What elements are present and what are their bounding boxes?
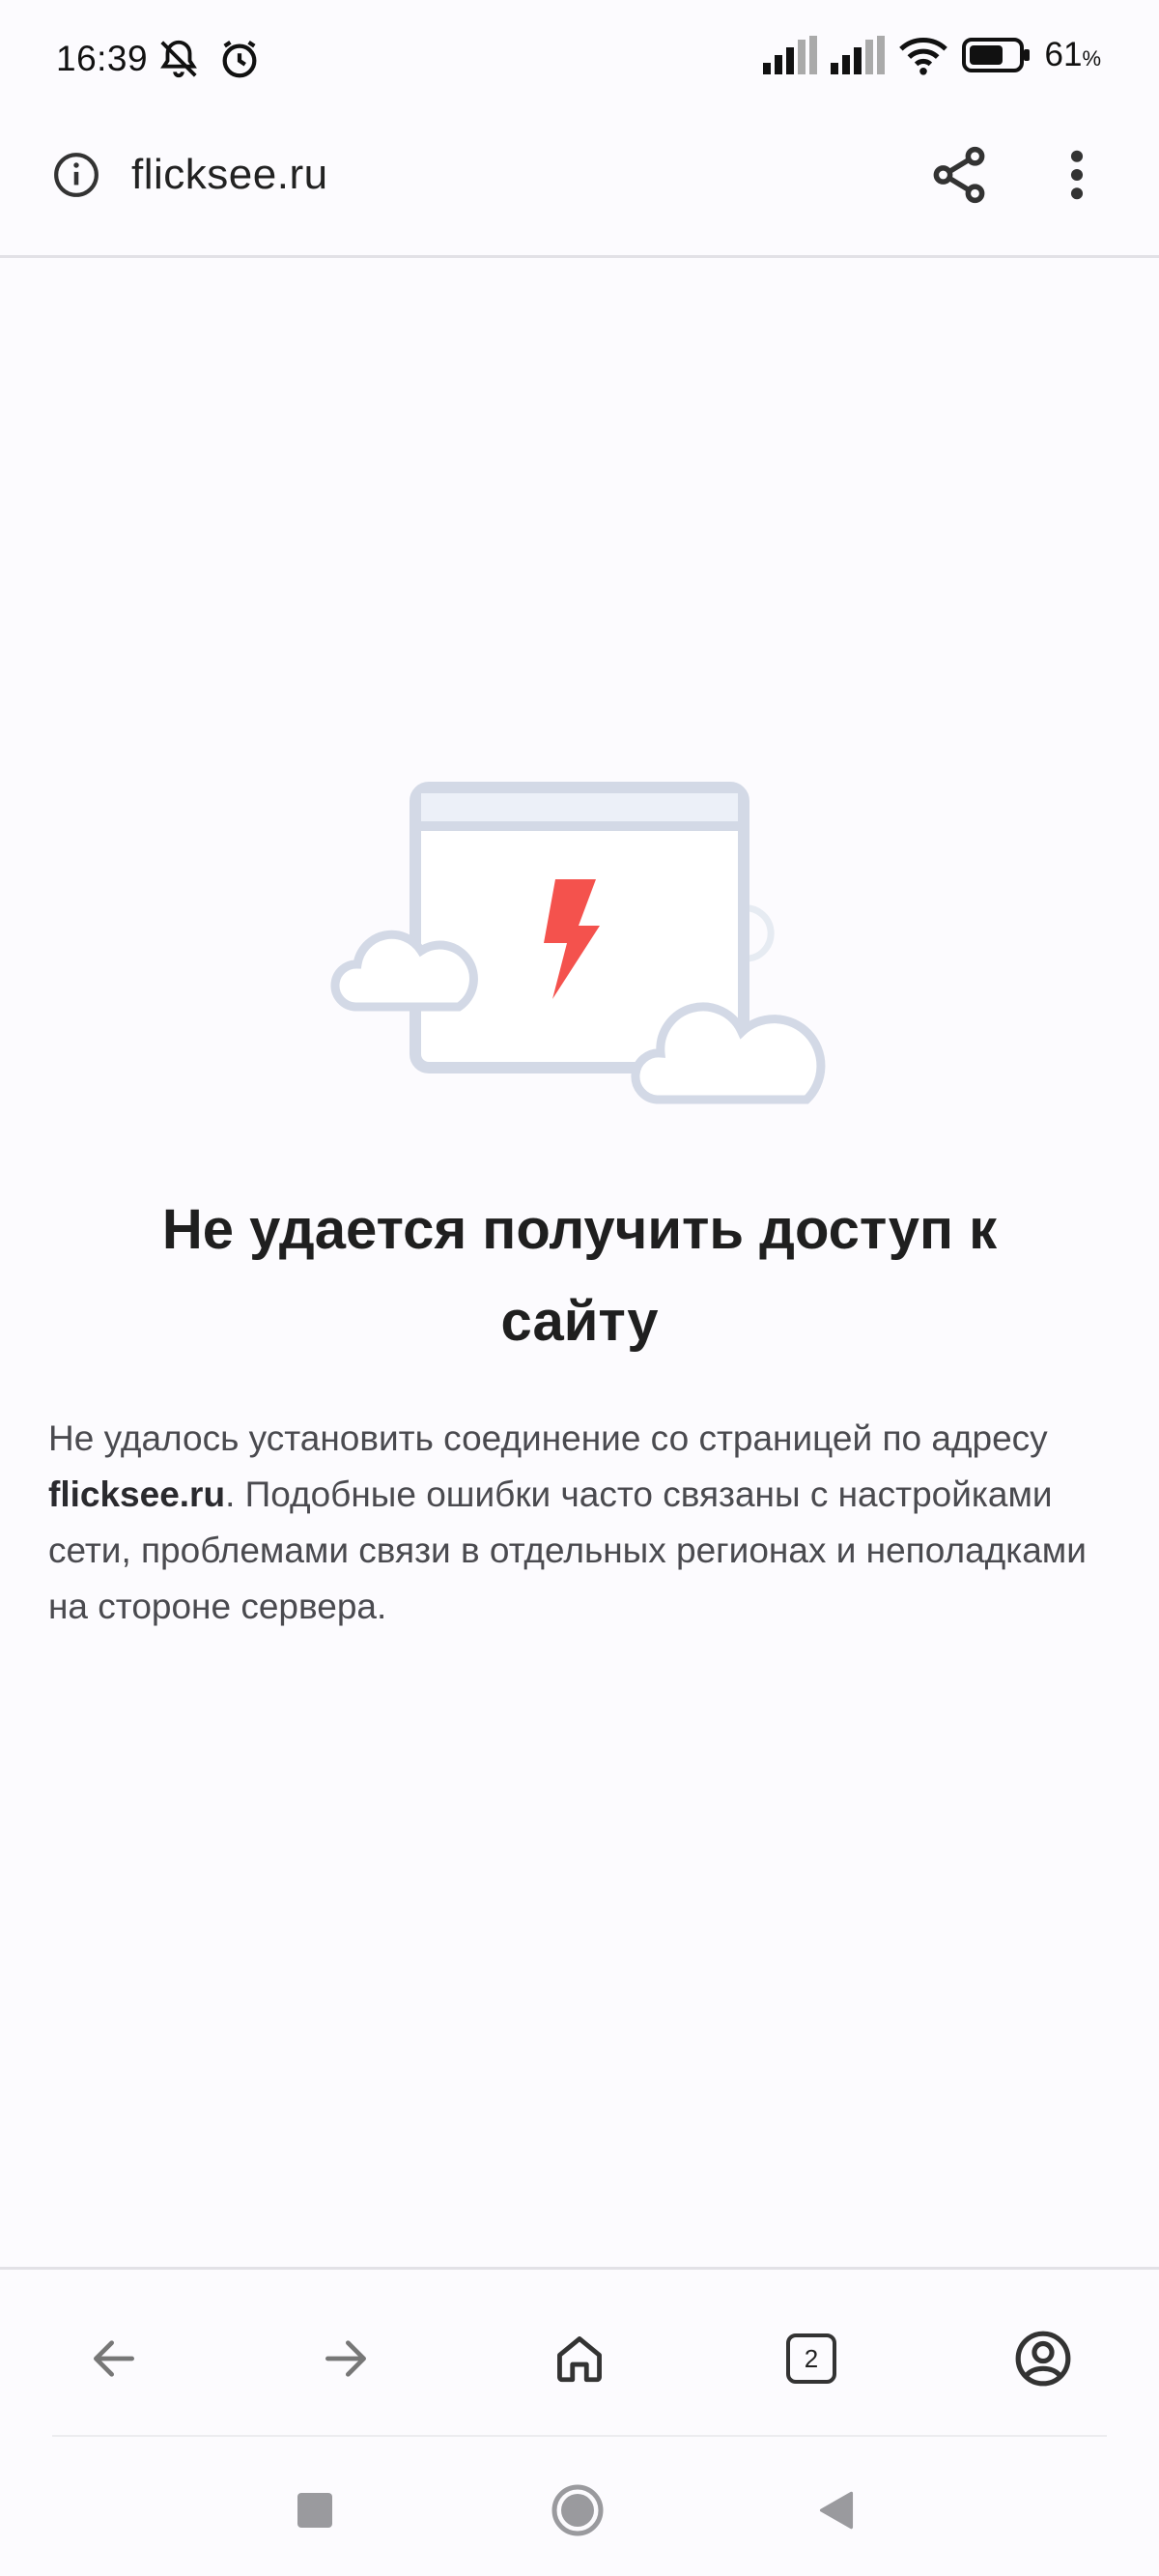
nav-home-button[interactable] bbox=[549, 2481, 607, 2539]
nav-back-button[interactable] bbox=[807, 2481, 865, 2539]
tabs-icon: 2 bbox=[786, 2333, 836, 2384]
battery-icon bbox=[961, 38, 1030, 72]
signal-icon bbox=[762, 36, 817, 74]
toolbar-divider bbox=[52, 2435, 1107, 2437]
wifi-icon bbox=[898, 38, 947, 75]
back-button[interactable] bbox=[83, 2328, 145, 2390]
error-description: Не удалось установить соединение со стра… bbox=[48, 1418, 1087, 1626]
error-host: flicksee.ru bbox=[48, 1474, 226, 1514]
url-text[interactable]: flicksee.ru bbox=[131, 151, 328, 199]
recents-icon bbox=[297, 2493, 332, 2528]
system-nav-bar bbox=[0, 2439, 1159, 2576]
forward-button[interactable] bbox=[315, 2328, 377, 2390]
alarm-icon bbox=[222, 40, 257, 78]
signal-icon bbox=[830, 36, 885, 74]
recents-button[interactable] bbox=[286, 2481, 344, 2539]
home-button[interactable] bbox=[549, 2328, 610, 2390]
error-title: Не удается получить доступ к сайту bbox=[161, 1198, 998, 1353]
more-vert-icon[interactable] bbox=[1053, 143, 1101, 207]
tabs-button[interactable]: 2 bbox=[780, 2328, 842, 2390]
home-icon bbox=[557, 2336, 602, 2383]
forward-arrow-icon bbox=[325, 2340, 366, 2377]
back-triangle-icon bbox=[819, 2491, 854, 2530]
account-button[interactable] bbox=[1012, 2328, 1074, 2390]
broken-page-icon bbox=[330, 782, 826, 1104]
home-circle-icon bbox=[551, 2484, 604, 2536]
bell-off-icon bbox=[160, 40, 197, 78]
back-arrow-icon bbox=[94, 2340, 135, 2377]
share-icon[interactable] bbox=[927, 143, 991, 207]
bottom-toolbar: 2 bbox=[0, 2267, 1159, 2440]
address-bar: flicksee.ru bbox=[0, 116, 1159, 258]
info-icon[interactable] bbox=[52, 151, 100, 199]
status-time: 16:39 bbox=[56, 39, 149, 78]
account-icon bbox=[1015, 2331, 1071, 2387]
status-bar: 16:39 61% bbox=[0, 0, 1159, 116]
battery-percent: 61% bbox=[1044, 36, 1102, 73]
